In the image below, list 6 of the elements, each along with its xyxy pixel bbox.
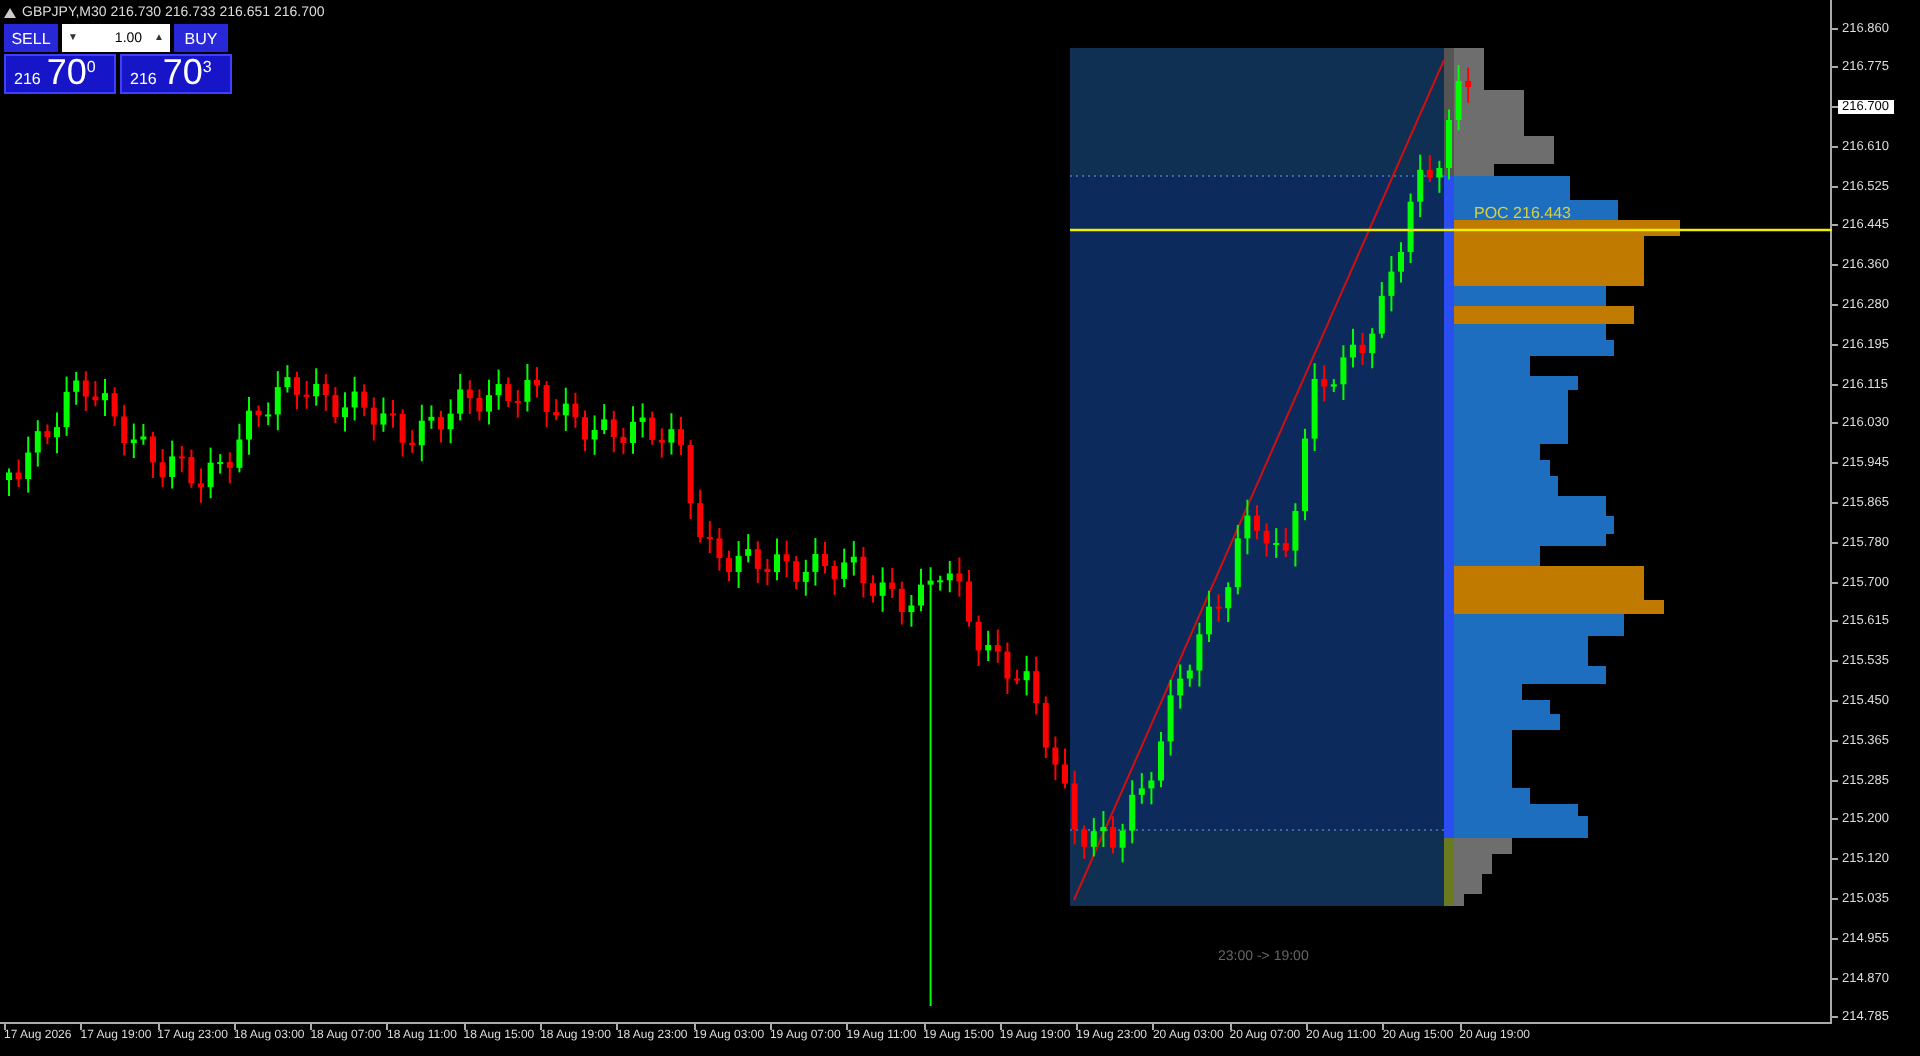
poc-label: POC 216.443 xyxy=(1474,204,1571,222)
sell-button[interactable]: SELL xyxy=(4,24,58,52)
buy-price-button[interactable]: 216 70$^{3}$ xyxy=(120,54,232,94)
buy-button[interactable]: BUY xyxy=(174,24,228,52)
collapse-icon[interactable] xyxy=(4,7,16,17)
sell-price-button[interactable]: 216 70$^{0}$ xyxy=(4,54,116,94)
